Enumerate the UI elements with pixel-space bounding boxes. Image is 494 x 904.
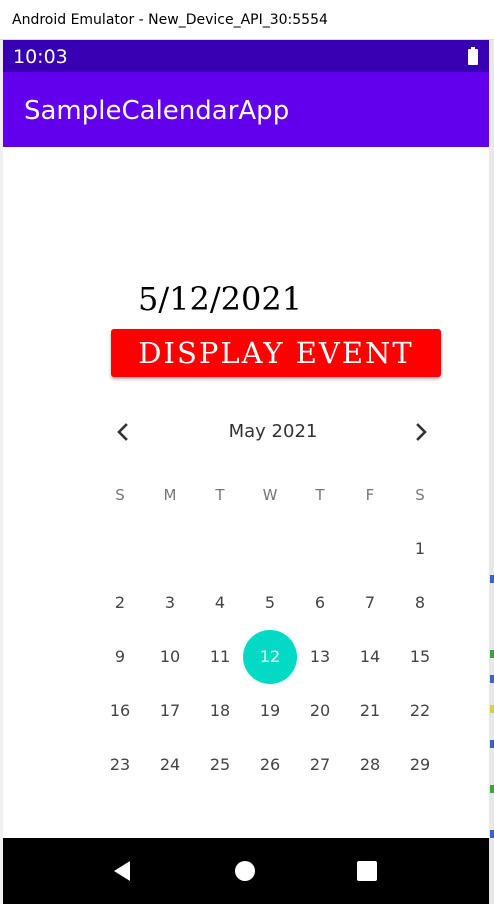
calendar-day[interactable]: 14 [345, 630, 395, 684]
calendar-day[interactable]: 4 [195, 576, 245, 630]
calendar-day[interactable]: 8 [395, 576, 445, 630]
window-titlebar: Android Emulator - New_Device_API_30:555… [0, 0, 494, 40]
calendar-day[interactable]: 3 [145, 576, 195, 630]
calendar-day[interactable]: 23 [95, 738, 145, 792]
calendar-week-row: 9 10 11 12 13 14 15 [95, 630, 445, 684]
calendar-day[interactable]: 9 [95, 630, 145, 684]
selected-date-text: 5/12/2021 [138, 280, 303, 318]
calendar-day[interactable]: 22 [395, 684, 445, 738]
calendar-day[interactable]: 15 [395, 630, 445, 684]
calendar-day-selected[interactable]: 12 [243, 630, 297, 684]
calendar-day[interactable]: 6 [295, 576, 345, 630]
weekday-label: F [365, 486, 375, 504]
calendar-day[interactable]: 5 [245, 576, 295, 630]
calendar-week-row: 1 [95, 522, 445, 576]
calendar-day[interactable]: 16 [95, 684, 145, 738]
calendar-day[interactable]: 25 [195, 738, 245, 792]
back-triangle-icon[interactable] [106, 854, 140, 888]
chevron-right-icon[interactable] [407, 418, 435, 446]
weekday-label: M [163, 486, 177, 504]
calendar-day[interactable]: 28 [345, 738, 395, 792]
calendar-day[interactable]: 21 [345, 684, 395, 738]
battery-full-icon [468, 47, 478, 65]
status-bar: 10:03 [3, 40, 489, 72]
system-nav-bar [3, 838, 489, 904]
calendar-week-row: 2 3 4 5 6 7 8 [95, 576, 445, 630]
calendar-week-row: 23 24 25 26 27 28 29 [95, 738, 445, 792]
device-screen: 10:03 SampleCalendarApp 5/12/2021 DISPLA… [3, 40, 489, 904]
weekday-label: S [115, 486, 125, 504]
calendar-header: May 2021 [103, 408, 443, 456]
calendar-day[interactable]: 10 [145, 630, 195, 684]
emulator-window: Android Emulator - New_Device_API_30:555… [0, 0, 494, 904]
weekday-label: T [315, 486, 325, 504]
home-circle-icon[interactable] [228, 854, 262, 888]
calendar-day[interactable]: 19 [245, 684, 295, 738]
calendar-month-label: May 2021 [228, 421, 318, 442]
calendar-week-row: 16 17 18 19 20 21 22 [95, 684, 445, 738]
calendar-grid: S M T W T F S 1 2 3 4 5 6 7 8 9 10 11 12… [95, 468, 445, 792]
status-time: 10:03 [13, 46, 68, 68]
calendar-day[interactable]: 29 [395, 738, 445, 792]
calendar-day[interactable]: 1 [395, 522, 445, 576]
app-bar: SampleCalendarApp [3, 72, 489, 147]
calendar-day[interactable]: 13 [295, 630, 345, 684]
calendar-day[interactable]: 7 [345, 576, 395, 630]
calendar-day[interactable]: 24 [145, 738, 195, 792]
recents-square-icon[interactable] [350, 854, 384, 888]
calendar-day[interactable]: 18 [195, 684, 245, 738]
weekday-label: T [215, 486, 225, 504]
weekday-header-row: S M T W T F S [95, 468, 445, 522]
calendar-day[interactable]: 2 [95, 576, 145, 630]
selected-day-number: 12 [259, 647, 281, 666]
weekday-label: W [262, 486, 278, 504]
calendar-day[interactable]: 27 [295, 738, 345, 792]
calendar-day[interactable]: 17 [145, 684, 195, 738]
window-title: Android Emulator - New_Device_API_30:555… [12, 12, 328, 28]
display-event-button[interactable]: DISPLAY EVENT [111, 329, 441, 377]
app-title: SampleCalendarApp [24, 96, 290, 126]
calendar-day[interactable]: 20 [295, 684, 345, 738]
calendar-day[interactable]: 11 [195, 630, 245, 684]
calendar-day[interactable]: 26 [245, 738, 295, 792]
weekday-label: S [415, 486, 425, 504]
